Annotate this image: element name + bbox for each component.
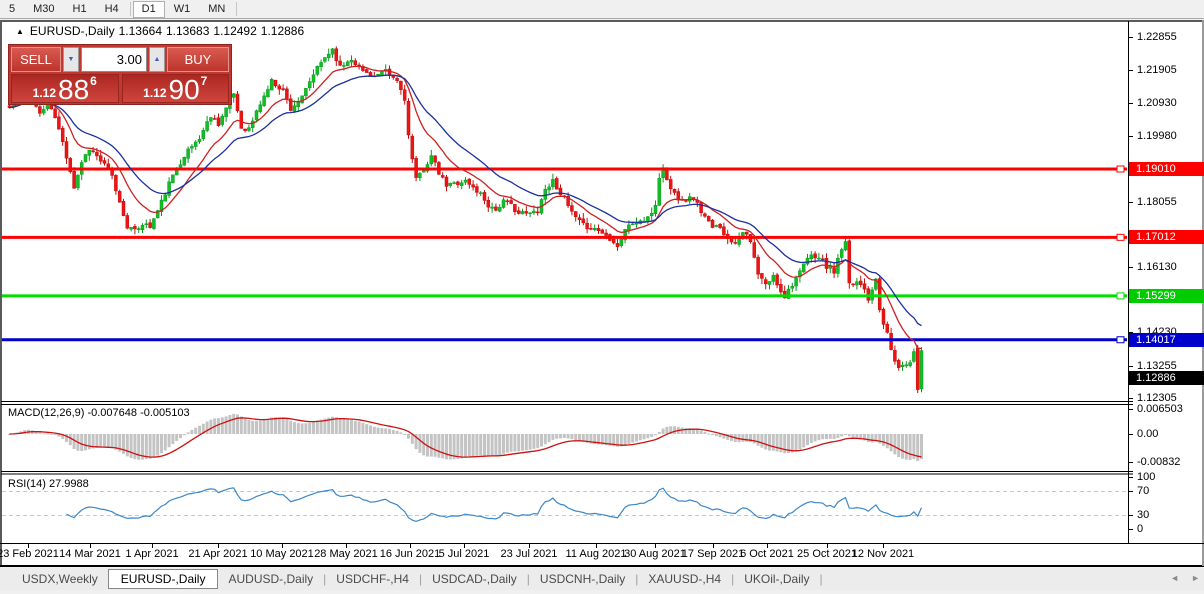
title-high: 1.13683 xyxy=(166,24,209,38)
arrow-down-icon: ▼ xyxy=(68,56,75,63)
buy-price-prefix: 1.12 xyxy=(143,84,166,102)
price-axis-label: 0.00 xyxy=(1137,428,1158,440)
price-axis-label: 1.16130 xyxy=(1137,261,1177,273)
date-label: 12 Nov 2021 xyxy=(841,548,925,560)
timeframe-toolbar: 5M30H1H4 D1W1MN xyxy=(0,0,1204,19)
sell-button[interactable]: SELL xyxy=(11,47,61,72)
timeframe-button-h1[interactable]: H1 xyxy=(64,1,96,18)
buy-price-big: 90 xyxy=(169,77,200,102)
tab-usdcad-daily[interactable]: USDCAD-,Daily xyxy=(422,570,527,588)
tab-usdx-weekly[interactable]: USDX,Weekly xyxy=(12,570,108,588)
price-line-tag: 1.14017 xyxy=(1129,333,1204,347)
tab-usdcnh-daily[interactable]: USDCNH-,Daily xyxy=(530,570,635,588)
price-axis-label: 0 xyxy=(1137,523,1143,535)
rsi-indicator-label: RSI(14) 27.9988 xyxy=(8,478,89,490)
toolbar-separator xyxy=(236,2,237,16)
tab-separator: | xyxy=(820,572,823,586)
sell-price-big: 88 xyxy=(58,77,89,102)
volume-decrease-button[interactable]: ▼ xyxy=(63,47,79,72)
tab-usdchf-h4[interactable]: USDCHF-,H4 xyxy=(326,570,419,588)
terminal-window: 5M30H1H4 D1W1MN ▲ EURUSD-,Daily 1.13664 1.13… xyxy=(0,0,1204,594)
tab-xauusd-h4[interactable]: XAUUSD-,H4 xyxy=(638,570,731,588)
tab-scroll-right-icon[interactable]: ► xyxy=(1191,573,1200,583)
title-symbol: EURUSD-,Daily xyxy=(30,24,115,38)
price-axis-label: 100 xyxy=(1137,471,1155,483)
tab-scroll-left-icon[interactable]: ◄ xyxy=(1170,573,1179,583)
timeframe-button-d1[interactable]: D1 xyxy=(133,1,165,18)
chart-title: ▲ EURUSD-,Daily 1.13664 1.13683 1.12492 1.128… xyxy=(16,24,308,38)
buy-button[interactable]: BUY xyxy=(167,47,229,72)
timeframe-button-mn[interactable]: MN xyxy=(199,1,234,18)
title-low: 1.12492 xyxy=(213,24,256,38)
price-axis-label: 70 xyxy=(1137,485,1149,497)
price-axis-label: 1.20930 xyxy=(1137,97,1177,109)
title-open: 1.13664 xyxy=(119,24,162,38)
title-close: 1.12886 xyxy=(261,24,304,38)
tab-audusd-daily[interactable]: AUDUSD-,Daily xyxy=(218,570,323,588)
price-axis-label: 30 xyxy=(1137,509,1149,521)
panel-collapse-icon[interactable]: ▲ xyxy=(16,27,24,36)
tab-scroll-buttons: ◄ ► xyxy=(1170,573,1200,583)
price-line-tag: 1.17012 xyxy=(1129,230,1204,244)
price-axis-label: 1.19980 xyxy=(1137,130,1177,142)
timeframe-button-m30[interactable]: M30 xyxy=(24,1,63,18)
sell-price-box[interactable]: 1.12 88 6 xyxy=(11,74,119,103)
price-line-tag: 1.12886 xyxy=(1129,371,1204,385)
price-line-tag: 1.15299 xyxy=(1129,289,1204,303)
arrow-up-icon: ▲ xyxy=(154,56,161,63)
buy-price-box[interactable]: 1.12 90 7 xyxy=(122,74,230,103)
volume-increase-button[interactable]: ▲ xyxy=(149,47,165,72)
price-axis-label: 1.18055 xyxy=(1137,196,1177,208)
sell-price-prefix: 1.12 xyxy=(33,84,56,102)
timeframe-button-w1[interactable]: W1 xyxy=(165,1,200,18)
price-axis-label: 1.22855 xyxy=(1137,31,1177,43)
price-axis-label: -0.00832 xyxy=(1137,456,1180,468)
macd-indicator-label: MACD(12,26,9) -0.007648 -0.005103 xyxy=(8,407,190,419)
volume-input[interactable] xyxy=(81,47,147,72)
buy-price-pip: 7 xyxy=(201,75,208,87)
tab-ukoil-daily[interactable]: UKOil-,Daily xyxy=(734,570,819,588)
sell-price-pip: 6 xyxy=(90,75,97,87)
toolbar-separator xyxy=(130,2,131,16)
price-axis-label: 1.21905 xyxy=(1137,64,1177,76)
timeframe-button-5[interactable]: 5 xyxy=(0,1,24,18)
one-click-trading-panel: SELL ▼ ▲ BUY 1.12 88 6 1.12 90 7 xyxy=(8,44,232,105)
chart-tab-bar: USDX,WeeklyEURUSD-,DailyAUDUSD-,Daily | US… xyxy=(0,568,1204,590)
price-axis-label: 0.006503 xyxy=(1137,403,1183,415)
timeframe-button-h4[interactable]: H4 xyxy=(96,1,128,18)
tab-eurusd-daily[interactable]: EURUSD-,Daily xyxy=(108,569,219,589)
price-line-tag: 1.19010 xyxy=(1129,162,1204,176)
